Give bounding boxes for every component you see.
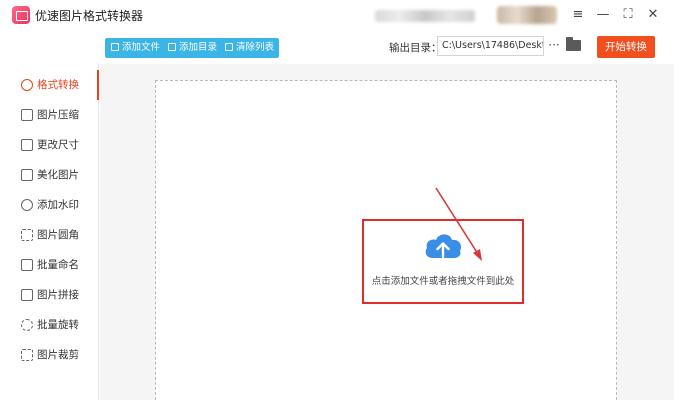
browse-more-button[interactable]: ··· [546, 36, 562, 56]
rounded-corner-icon [21, 229, 33, 241]
rename-icon [21, 259, 33, 271]
sidebar-item-format-convert[interactable]: 格式转换 [0, 70, 99, 100]
sidebar-item-rotate[interactable]: 批量旋转 [0, 310, 99, 340]
watermark-icon [21, 199, 33, 211]
start-convert-button[interactable]: 开始转换 [597, 36, 655, 58]
sidebar-item-rounded-corner[interactable]: 图片圆角 [0, 220, 99, 250]
blurred-avatar [497, 6, 557, 24]
sidebar-item-crop[interactable]: 图片裁剪 [0, 340, 99, 370]
format-icon [21, 79, 33, 91]
pointer-arrow-icon [435, 187, 482, 261]
sidebar-item-rename[interactable]: 批量命名 [0, 250, 99, 280]
file-drop-area[interactable]: 点击添加文件或者拖拽文件到此处 [155, 80, 617, 400]
compress-icon [21, 109, 33, 121]
crop-icon [21, 349, 33, 361]
output-dir-label: 输出目录： [389, 42, 442, 54]
clear-list-button[interactable]: 清除列表 [225, 38, 274, 58]
sidebar: 格式转换 图片压缩 更改尺寸 美化图片 添加水印 图片圆角 批量命名 图片拼接 … [0, 64, 99, 400]
add-file-button[interactable]: 添加文件 [111, 38, 160, 58]
sidebar-item-watermark[interactable]: 添加水印 [0, 190, 99, 220]
add-folder-button[interactable]: 添加目录 [168, 38, 217, 58]
app-title: 优速图片格式转换器 [35, 9, 144, 23]
output-path-field[interactable]: C:\Users\17486\Deskto [437, 36, 544, 56]
main-panel: 点击添加文件或者拖拽文件到此处 [100, 64, 674, 400]
sidebar-item-resize[interactable]: 更改尺寸 [0, 130, 99, 160]
sidebar-item-stitch[interactable]: 图片拼接 [0, 280, 99, 310]
title-bar: 优速图片格式转换器 ≡ — ⛶ ✕ [0, 0, 674, 30]
blurred-account-info [375, 10, 475, 22]
resize-icon [21, 139, 33, 151]
rotate-icon [21, 319, 33, 331]
active-indicator [97, 70, 99, 100]
sidebar-item-compress[interactable]: 图片压缩 [0, 100, 99, 130]
drop-hint-text: 点击添加文件或者拖拽文件到此处 [371, 276, 515, 287]
minimize-icon[interactable]: — [593, 5, 613, 25]
stitch-icon [21, 289, 33, 301]
beautify-icon [21, 169, 33, 181]
close-icon[interactable]: ✕ [643, 5, 663, 25]
menu-icon[interactable]: ≡ [568, 5, 588, 25]
maximize-icon[interactable]: ⛶ [618, 5, 638, 25]
app-logo-icon [12, 6, 30, 24]
folder-icon [168, 43, 176, 51]
sidebar-item-beautify[interactable]: 美化图片 [0, 160, 99, 190]
trash-icon [225, 43, 233, 51]
add-file-icon [111, 43, 119, 51]
file-action-group: 添加文件 添加目录 清除列表 [105, 38, 279, 58]
open-folder-icon[interactable] [566, 37, 581, 51]
